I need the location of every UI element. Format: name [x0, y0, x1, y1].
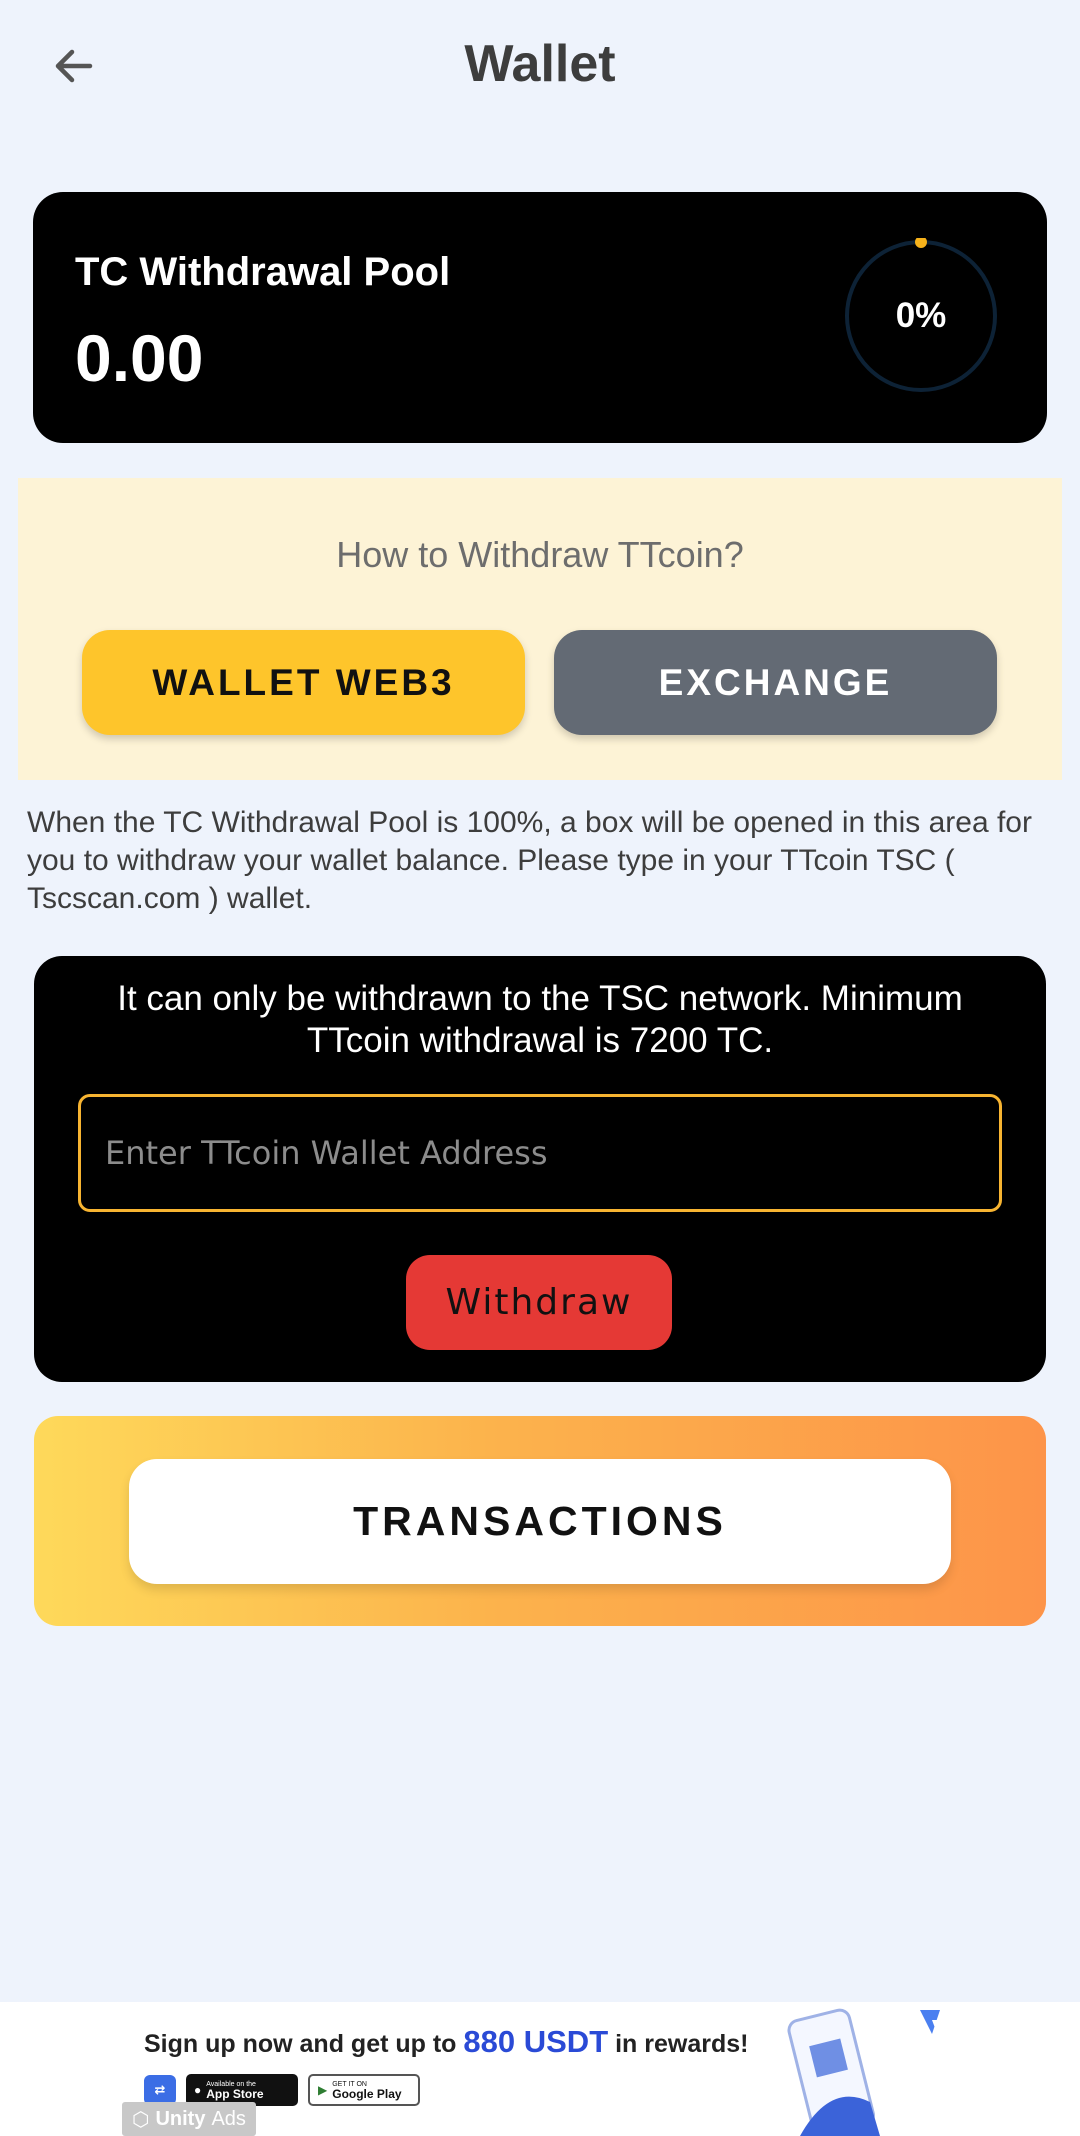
apple-icon: ●	[194, 2083, 202, 2097]
unity-label: Unity	[155, 2107, 206, 2130]
transactions-panel: TRANSACTIONS	[34, 1416, 1046, 1626]
exchange-button[interactable]: EXCHANGE	[554, 630, 997, 735]
withdrawal-pool-card: TC Withdrawal Pool 0.00 0%	[33, 192, 1047, 443]
wallet-address-input[interactable]	[78, 1094, 1002, 1212]
ad-banner[interactable]: Sign up now and get up to 880 USDT in re…	[0, 2002, 1080, 2136]
page-title: Wallet	[464, 35, 616, 93]
google-play-badge[interactable]: ▶ GET IT ON Google Play	[308, 2074, 420, 2106]
progress-percent: 0%	[895, 296, 947, 335]
withdraw-button[interactable]: Withdraw	[406, 1255, 672, 1350]
withdraw-info-text: When the TC Withdrawal Pool is 100%, a b…	[27, 806, 1032, 915]
app-header: Wallet	[0, 0, 1080, 130]
wallet-web3-button[interactable]: WALLET WEB3	[82, 630, 525, 735]
ad-headline: Sign up now and get up to 880 USDT in re…	[144, 2024, 748, 2060]
how-to-withdraw-section: How to Withdraw TTcoin? WALLET WEB3 EXCH…	[18, 478, 1062, 780]
unity-cube-icon: ⬡	[132, 2108, 150, 2131]
how-to-title: How to Withdraw TTcoin?	[336, 534, 744, 575]
unity-ads-label: ⬡ Unity Ads	[122, 2102, 256, 2136]
ad-phone-illustration	[787, 2008, 940, 2136]
google-play-text: Google Play	[332, 2086, 402, 2101]
play-icon: ▶	[318, 2083, 328, 2097]
pool-amount: 0.00	[75, 321, 204, 395]
transactions-button[interactable]: TRANSACTIONS	[129, 1459, 951, 1584]
ad-headline-highlight: 880 USDT	[463, 2024, 609, 2059]
pool-label: TC Withdrawal Pool	[75, 250, 451, 294]
withdraw-card: It can only be withdrawn to the TSC netw…	[34, 956, 1046, 1382]
ad-headline-text-end: in rewards!	[615, 2030, 749, 2058]
app-logo-icon: ⇄	[144, 2075, 176, 2105]
withdraw-note: It can only be withdrawn to the TSC netw…	[117, 979, 963, 1060]
ads-label: Ads	[211, 2107, 246, 2130]
app-store-text: App Store	[206, 2086, 264, 2101]
ad-headline-text: Sign up now and get up to	[144, 2030, 457, 2058]
